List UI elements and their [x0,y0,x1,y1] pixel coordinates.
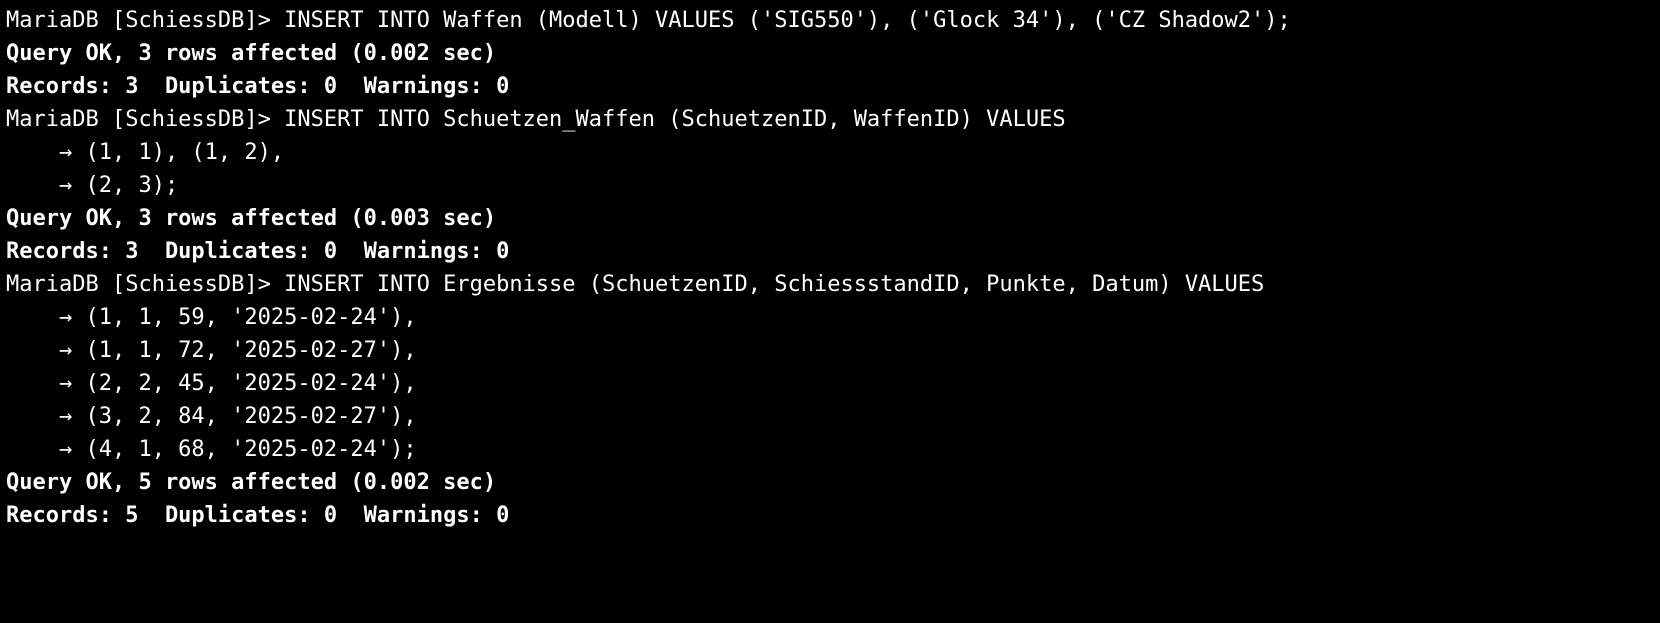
command-line: MariaDB [SchiessDB]> INSERT INTO Ergebni… [6,268,1654,301]
result-line: Records: 3 Duplicates: 0 Warnings: 0 [6,235,1654,268]
result-line: Query OK, 5 rows affected (0.002 sec) [6,466,1654,499]
command-line: → (1, 1, 72, '2025-02-27'), [6,334,1654,367]
command-line: → (2, 2, 45, '2025-02-24'), [6,367,1654,400]
result-line: Records: 3 Duplicates: 0 Warnings: 0 [6,70,1654,103]
result-line: Query OK, 3 rows affected (0.002 sec) [6,37,1654,70]
command-line: → (3, 2, 84, '2025-02-27'), [6,400,1654,433]
command-line: → (1, 1, 59, '2025-02-24'), [6,301,1654,334]
command-line: MariaDB [SchiessDB]> INSERT INTO Waffen … [6,4,1654,37]
command-line: MariaDB [SchiessDB]> INSERT INTO Schuetz… [6,103,1654,136]
result-line: Query OK, 3 rows affected (0.003 sec) [6,202,1654,235]
command-line: → (1, 1), (1, 2), [6,136,1654,169]
command-line: → (2, 3); [6,169,1654,202]
terminal-output[interactable]: MariaDB [SchiessDB]> INSERT INTO Waffen … [0,0,1660,536]
result-line: Records: 5 Duplicates: 0 Warnings: 0 [6,499,1654,532]
command-line: → (4, 1, 68, '2025-02-24'); [6,433,1654,466]
